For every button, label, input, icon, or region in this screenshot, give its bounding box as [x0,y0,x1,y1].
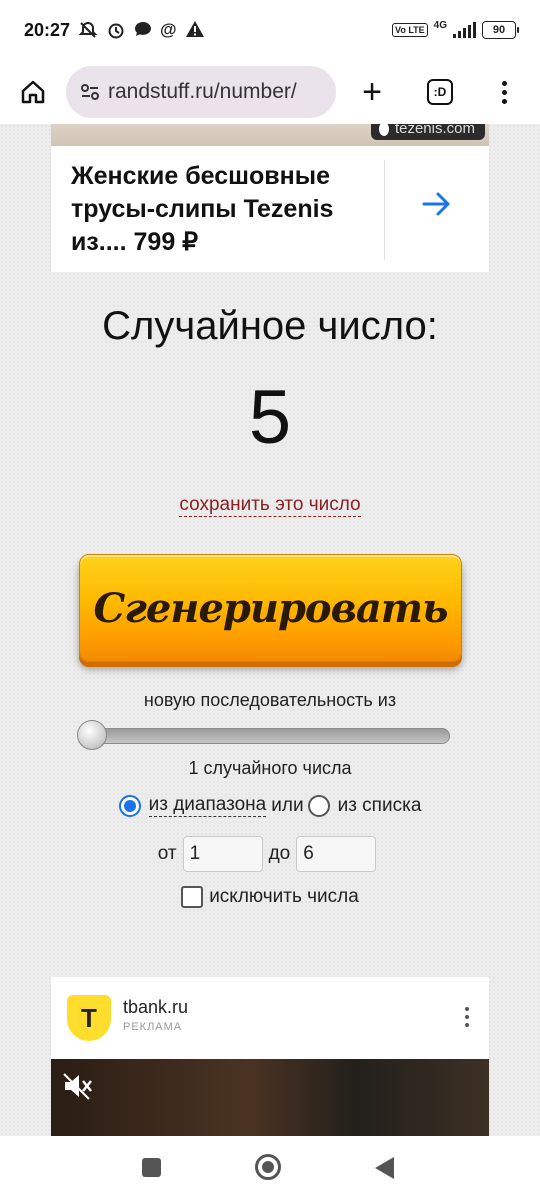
save-number-link-wrap: сохранить это число [0,494,540,517]
url-text: randstuff.ru/number/ [108,80,297,103]
ad-domain: tbank.ru [123,997,189,1017]
range-radio[interactable] [118,794,141,817]
home-nav-button[interactable] [255,1154,281,1180]
ad-brand-badge: tezenis.com [370,124,485,140]
to-label: до [268,843,291,864]
page-content: tezenis.com Женские бесшовные трусы-слип… [0,124,540,1136]
recents-button[interactable] [142,1158,161,1177]
address-bar[interactable]: randstuff.ru/number/ [66,66,336,118]
site-settings-icon[interactable] [80,82,100,102]
status-bar: 20:27 @ Vo LTE 4G 90 [0,0,540,60]
sequence-label: новую последовательность из [143,690,397,710]
to-input[interactable]: 6 [296,836,377,872]
tab-switcher-button[interactable]: :D [408,79,472,105]
mode-or-text: или [271,794,304,816]
at-icon: @ [160,20,177,39]
system-nav-bar [0,1136,540,1200]
count-label: 1 случайного числа [188,758,352,778]
volte-icon: Vo LTE [391,23,428,37]
save-number-link[interactable]: сохранить это число [179,494,361,517]
range-mode-label[interactable]: из диапазона [148,794,267,817]
count-slider-track[interactable] [82,728,450,744]
ad-banner-top[interactable]: tezenis.com Женские бесшовные трусы-слип… [51,124,489,272]
alarm-icon [108,23,124,39]
tab-switcher-icon: :D [427,79,453,105]
home-button[interactable] [0,78,66,106]
ad-banner-bottom[interactable]: T tbank.ru РЕКЛАМА [51,977,489,1136]
back-button[interactable] [375,1157,394,1179]
list-radio[interactable] [307,794,330,817]
from-label: от [157,843,177,864]
mode-selector: из диапазона или из списка [0,794,540,817]
ad-label: РЕКЛАМА [123,1021,183,1033]
chat-icon [135,22,152,36]
browser-toolbar: randstuff.ru/number/ + :D [0,60,540,124]
ad-divider [384,160,385,260]
muted-icon [78,21,98,38]
ad-menu-icon[interactable] [465,1007,469,1027]
exclude-row: исключить числа [0,886,540,908]
tbank-logo: T [67,995,111,1041]
home-icon [21,80,45,104]
random-number-value: 5 [248,375,292,460]
warning-icon [185,21,204,37]
signal-icon [453,22,476,38]
new-tab-button[interactable]: + [336,75,408,109]
status-notification-icons: @ [78,20,205,40]
count-slider-thumb[interactable] [77,720,107,750]
ad-video[interactable] [51,1059,489,1136]
exclude-label[interactable]: исключить числа [209,886,359,908]
list-mode-label[interactable]: из списка [338,795,422,817]
network-type: 4G [433,19,447,31]
arrow-right-icon[interactable] [421,190,453,218]
generate-button-label: Сгенерировать [93,584,449,632]
exclude-checkbox[interactable] [181,886,204,908]
status-system-icons: Vo LTE 4G 90 [391,19,519,39]
battery-level: 90 [492,24,506,36]
from-input[interactable]: 1 [182,836,263,872]
range-inputs: от 1 до 6 [0,836,540,872]
plus-icon: + [362,73,382,111]
random-number-label: Случайное число: [102,304,438,348]
battery-icon: 90 [482,21,519,39]
status-time: 20:27 [24,19,71,40]
generate-button[interactable]: Сгенерировать [79,554,462,662]
mute-icon[interactable] [61,1071,95,1101]
ad-title: Женские бесшовные трусы-слипы Tezenis из… [71,162,334,256]
browser-menu-button[interactable] [472,80,536,104]
